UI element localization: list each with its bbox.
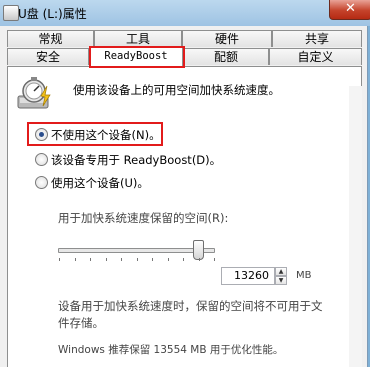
tab-security[interactable]: 安全: [7, 48, 89, 65]
tab-customize[interactable]: 自定义: [269, 48, 362, 65]
slider-tick: [183, 258, 184, 261]
panel-edge: [349, 86, 362, 367]
spin-up-button[interactable]: ▲: [275, 267, 287, 276]
close-icon: ✕: [345, 1, 356, 16]
drive-icon: [3, 5, 19, 21]
readyboost-icon: [17, 77, 51, 109]
recommendation-text: Windows 推荐保留 13554 MB 用于优化性能。: [58, 344, 284, 356]
tab-general[interactable]: 常规: [7, 30, 94, 47]
option-dedicate-label[interactable]: 该设备专用于 ReadyBoost(D)。: [51, 152, 221, 168]
option-highlight: [27, 122, 163, 146]
slider-tick: [90, 258, 91, 261]
spin-down-button[interactable]: ▼: [275, 276, 287, 285]
reserve-label: 用于加快系统速度保留的空间(R):: [58, 211, 229, 225]
info-line-1: 设备用于加快系统速度时，保留的空间将不可用于文: [58, 299, 323, 313]
readyboost-description: 使用该设备上的可用空间加快系统速度。: [73, 83, 280, 97]
info-line-2: 件存储。: [58, 316, 104, 330]
tab-quota[interactable]: 配额: [183, 48, 269, 65]
tab-sharing[interactable]: 共享: [272, 30, 362, 47]
close-button[interactable]: ✕: [329, 0, 370, 20]
slider-tick: [59, 258, 60, 261]
reserve-slider-track[interactable]: [58, 248, 215, 253]
slider-tick: [105, 258, 107, 261]
tab-tools[interactable]: 工具: [94, 30, 182, 47]
radio-dedicate[interactable]: [35, 153, 48, 166]
window-title: U盘 (L:)属性: [18, 7, 87, 21]
reserve-slider-thumb[interactable]: [192, 240, 204, 260]
slider-tick: [136, 258, 138, 261]
slider-tick: [214, 258, 215, 261]
reserve-unit: MB: [296, 270, 312, 281]
slider-tick: [167, 258, 169, 261]
tab-hardware[interactable]: 硬件: [182, 30, 272, 47]
radio-use-device[interactable]: [35, 176, 48, 189]
slider-tick: [121, 258, 122, 261]
dialog-client: 常规 工具 硬件 共享 安全 ReadyBoost 配额 自定义 使用该设备上的…: [0, 26, 368, 367]
reserve-value-input[interactable]: 13260: [221, 267, 275, 285]
slider-tick: [74, 258, 76, 261]
slider-tick: [198, 258, 200, 261]
title-bar: U盘 (L:)属性 ✕: [0, 0, 370, 26]
option-use-device-label[interactable]: 使用这个设备(U)。: [51, 175, 149, 191]
tab-highlight: [89, 46, 185, 68]
slider-tick: [152, 258, 153, 261]
